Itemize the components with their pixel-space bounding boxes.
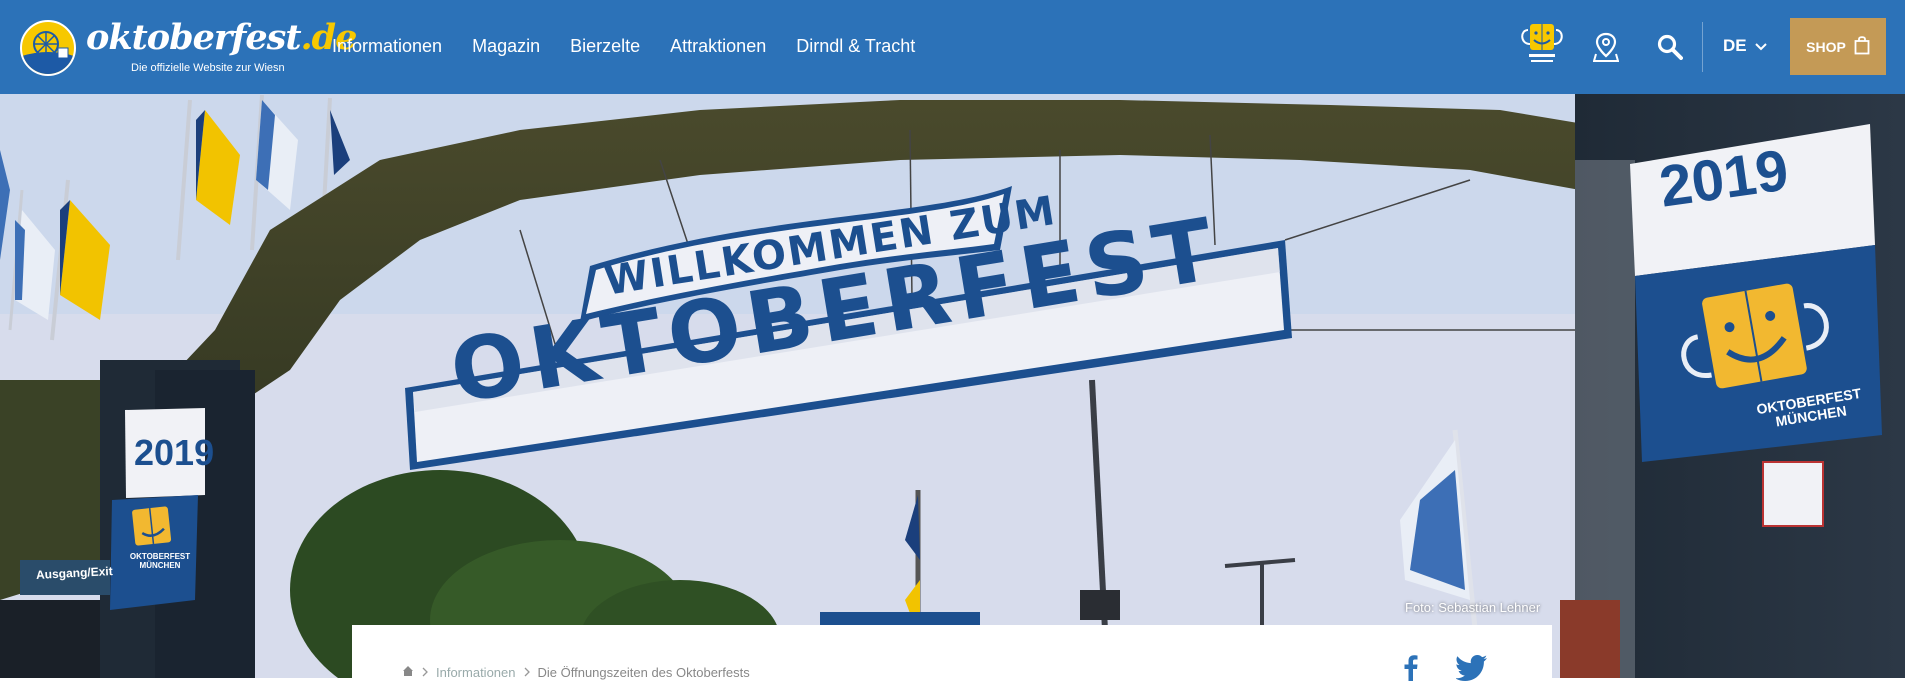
map-pin-icon[interactable] <box>1592 32 1620 62</box>
site-logo[interactable]: oktoberfest.de Die offizielle Website zu… <box>20 18 357 78</box>
pillar-year-left: 2019 <box>134 432 215 473</box>
nav-item-bierzelte[interactable]: Bierzelte <box>570 34 640 58</box>
hero-photo <box>0 94 1905 678</box>
shop-button[interactable]: SHOP <box>1790 18 1886 75</box>
logo-wordmark: oktoberfest.de <box>86 17 357 58</box>
nav-item-dirndl-tracht[interactable]: Dirndl & Tracht <box>796 34 915 58</box>
site-header: oktoberfest.de Die offizielle Website zu… <box>0 0 1905 94</box>
shop-label: SHOP <box>1806 38 1846 55</box>
nav-item-magazin[interactable]: Magazin <box>472 34 540 58</box>
chevron-down-icon <box>1754 36 1767 56</box>
search-icon[interactable] <box>1657 34 1683 60</box>
language-label: DE <box>1723 36 1747 55</box>
pillar-logo-text-left: OKTOBERFEST MÜNCHEN <box>129 552 191 570</box>
shopping-bag-icon <box>1854 35 1870 58</box>
ferris-wheel-icon <box>20 20 76 76</box>
photo-credit: Foto: Sebastian Lehner <box>1405 600 1541 615</box>
header-divider <box>1702 22 1703 72</box>
nav-item-informationen[interactable]: Informationen <box>332 34 442 58</box>
logo-tagline: Die offizielle Website zur Wiesn <box>131 62 285 74</box>
nav-item-attraktionen[interactable]: Attraktionen <box>670 34 766 58</box>
language-selector[interactable]: DE <box>1723 36 1767 56</box>
facebook-icon[interactable] <box>1404 655 1418 686</box>
hero-image: WILLKOMMEN ZUM OKTOBERFEST 2019 OKTOBERF… <box>0 94 1905 678</box>
twitter-icon[interactable] <box>1455 655 1488 686</box>
content-card: Informationen Die Öffnungszeiten des Okt… <box>352 625 1552 685</box>
main-nav: Informationen Magazin Bierzelte Attrakti… <box>332 34 945 58</box>
oktoberfest-smiley-icon[interactable] <box>1520 22 1564 68</box>
